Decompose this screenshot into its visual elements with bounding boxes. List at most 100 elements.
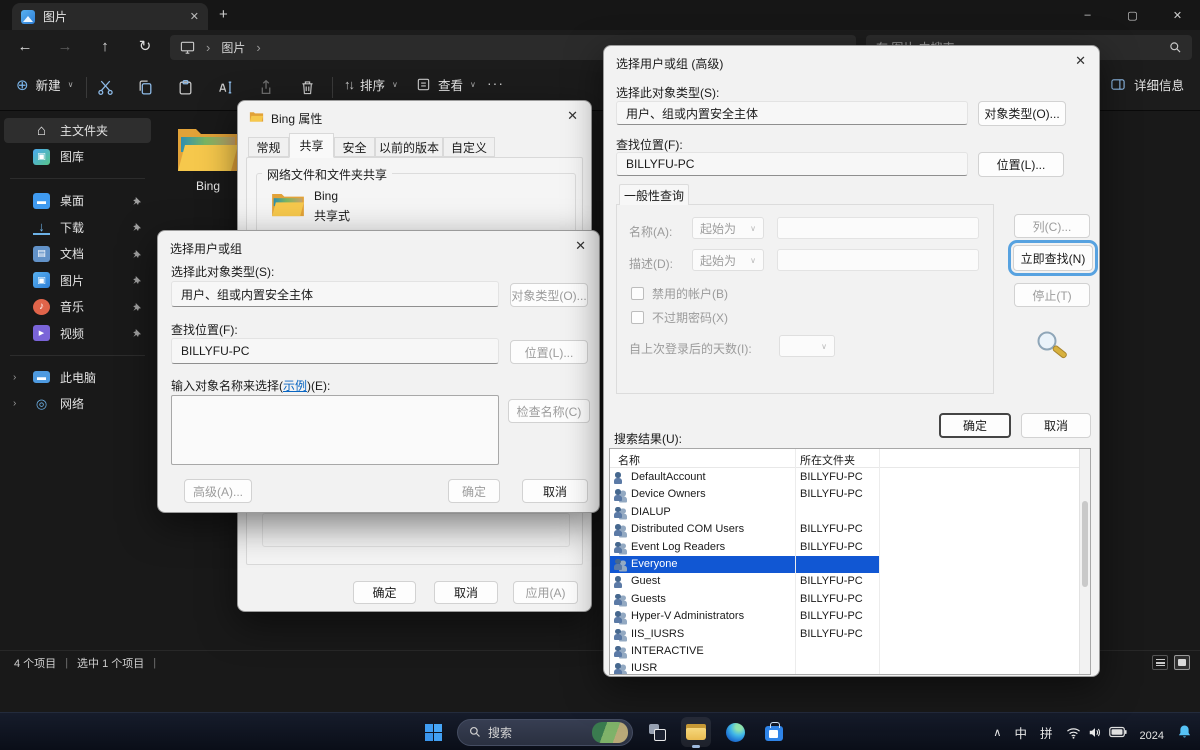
maximize-icon[interactable]: ▢	[1110, 0, 1155, 30]
ok-button[interactable]: 确定	[448, 479, 500, 503]
advanced-button[interactable]: 高级(A)...	[184, 479, 252, 503]
folder-tile-bing[interactable]: Bing	[168, 120, 248, 193]
close-icon[interactable]: ✕	[575, 238, 586, 254]
non-expiring-password-checkbox[interactable]: 不过期密码(X)	[631, 309, 728, 326]
more-button[interactable]: ···	[487, 75, 504, 91]
examples-link[interactable]: 示例	[283, 379, 307, 393]
sidebar-item-8[interactable]: › ▬ 此电脑	[4, 365, 151, 390]
search-result-row[interactable]: Event Log Readers BILLYFU-PC	[610, 539, 1079, 556]
breadcrumb-segment[interactable]: 图片	[221, 39, 245, 56]
search-result-row[interactable]: Everyone	[610, 556, 1079, 573]
columns-button[interactable]: 列(C)...	[1014, 214, 1090, 238]
sidebar-item-9[interactable]: › ◎ 网络	[4, 391, 151, 416]
close-icon[interactable]: ✕	[567, 108, 578, 124]
ime-language-indicator[interactable]: 中	[1014, 723, 1027, 742]
find-now-button[interactable]: 立即查找(N)	[1013, 245, 1093, 271]
paste-button[interactable]	[168, 74, 202, 101]
column-header-name[interactable]: 名称	[618, 452, 640, 468]
tab-customize[interactable]: 自定义	[443, 137, 495, 157]
results-scrollbar[interactable]	[1079, 449, 1090, 674]
cancel-button[interactable]: 取消	[522, 479, 588, 503]
search-result-row[interactable]: Distributed COM Users BILLYFU-PC	[610, 521, 1079, 538]
back-icon[interactable]: ←	[12, 35, 38, 59]
description-operator-dropdown[interactable]: 起始为∨	[692, 249, 764, 271]
cancel-button[interactable]: 取消	[1021, 413, 1091, 438]
sidebar-item-3[interactable]: ↓ 下载	[4, 215, 151, 240]
new-button[interactable]: ⊕ 新建 ∨	[16, 75, 73, 94]
notification-bell-icon[interactable]	[1177, 724, 1192, 740]
rename-button[interactable]	[208, 74, 242, 101]
search-result-row[interactable]: IUSR	[610, 660, 1079, 675]
cancel-button[interactable]: 取消	[434, 581, 498, 604]
locations-button[interactable]: 位置(L)...	[510, 340, 588, 364]
delete-button[interactable]	[290, 74, 324, 101]
search-result-row[interactable]: Guest BILLYFU-PC	[610, 573, 1079, 590]
thumbnail-view-toggle[interactable]	[1174, 655, 1190, 670]
hidden-icons-chevron-icon[interactable]: ∧	[993, 726, 1001, 739]
sidebar-item-1[interactable]: ▣ 图库	[4, 144, 151, 169]
scrollbar-thumb[interactable]	[1082, 501, 1088, 587]
object-types-button[interactable]: 对象类型(O)...	[510, 283, 588, 307]
copy-button[interactable]	[128, 74, 162, 101]
tab-security[interactable]: 安全	[334, 137, 375, 157]
search-result-row[interactable]: DefaultAccount BILLYFU-PC	[610, 469, 1079, 486]
share-button[interactable]	[248, 74, 282, 101]
apply-button[interactable]: 应用(A)	[513, 581, 578, 604]
minimize-icon[interactable]: –	[1065, 0, 1110, 30]
column-divider[interactable]	[795, 449, 796, 674]
edge-taskbar-button[interactable]	[720, 717, 750, 747]
search-results-list[interactable]: 名称 所在文件夹 DefaultAccount BILLYFU-PC Devic…	[609, 448, 1091, 675]
clock[interactable]: 2024	[1140, 730, 1164, 742]
search-result-row[interactable]: IIS_IUSRS BILLYFU-PC	[610, 626, 1079, 643]
common-queries-tab[interactable]: 一般性查询	[619, 184, 689, 205]
locations-button[interactable]: 位置(L)...	[978, 152, 1064, 177]
object-names-textarea[interactable]	[171, 395, 499, 465]
expand-chevron-icon[interactable]: ›	[13, 398, 16, 409]
days-dropdown[interactable]: ∨	[779, 335, 835, 357]
details-view-toggle[interactable]	[1152, 655, 1168, 670]
taskbar-search-input[interactable]: 搜索	[457, 719, 633, 746]
file-explorer-taskbar-button[interactable]	[681, 717, 711, 747]
sidebar-item-2[interactable]: ▬ 桌面	[4, 188, 151, 213]
ok-button[interactable]: 确定	[939, 413, 1011, 438]
tab-previous-versions[interactable]: 以前的版本	[375, 137, 443, 157]
ime-mode-indicator[interactable]: 拼	[1040, 723, 1053, 742]
details-pane-button[interactable]: 详细信息	[1110, 75, 1184, 94]
tab-close-icon[interactable]: ✕	[190, 10, 199, 23]
expand-chevron-icon[interactable]: ›	[13, 372, 16, 383]
object-types-button[interactable]: 对象类型(O)...	[978, 101, 1066, 126]
view-button[interactable]: 查看 ∨	[416, 75, 476, 94]
close-icon[interactable]: ✕	[1075, 53, 1086, 69]
disabled-accounts-checkbox[interactable]: 禁用的帐户(B)	[631, 285, 728, 302]
tray-status-icons[interactable]	[1066, 726, 1127, 739]
tab-sharing[interactable]: 共享	[289, 133, 334, 158]
task-view-button[interactable]	[642, 717, 672, 747]
sidebar-item-0[interactable]: ⌂ 主文件夹	[4, 118, 151, 143]
search-result-row[interactable]: Hyper-V Administrators BILLYFU-PC	[610, 608, 1079, 625]
sidebar-item-7[interactable]: ▶ 视频	[4, 321, 151, 346]
search-result-row[interactable]: Device Owners BILLYFU-PC	[610, 486, 1079, 503]
search-result-row[interactable]: INTERACTIVE	[610, 643, 1079, 660]
sidebar-item-5[interactable]: ▣ 图片	[4, 268, 151, 293]
up-icon[interactable]: ↑	[92, 35, 118, 59]
sidebar-item-4[interactable]: ▤ 文档	[4, 241, 151, 266]
search-result-row[interactable]: DIALUP	[610, 504, 1079, 521]
ok-button[interactable]: 确定	[353, 581, 416, 604]
new-tab-button[interactable]: +	[219, 6, 228, 23]
explorer-tab-pictures[interactable]: 图片 ✕	[12, 3, 208, 30]
name-operator-dropdown[interactable]: 起始为∨	[692, 217, 764, 239]
forward-icon[interactable]: →	[52, 35, 78, 59]
start-button[interactable]	[418, 717, 448, 747]
description-input[interactable]	[777, 249, 979, 271]
sidebar-item-6[interactable]: ♪ 音乐	[4, 294, 151, 319]
name-input[interactable]	[777, 217, 979, 239]
sort-button[interactable]: ↑↓ 排序 ∨	[344, 75, 398, 94]
search-result-row[interactable]: Guests BILLYFU-PC	[610, 591, 1079, 608]
cut-button[interactable]	[88, 74, 122, 101]
column-divider[interactable]	[879, 449, 880, 674]
column-header-folder[interactable]: 所在文件夹	[800, 452, 855, 468]
search-icon[interactable]	[1169, 41, 1182, 54]
store-taskbar-button[interactable]	[759, 717, 789, 747]
search-highlight-image[interactable]	[592, 722, 628, 743]
tab-general[interactable]: 常规	[248, 137, 289, 157]
